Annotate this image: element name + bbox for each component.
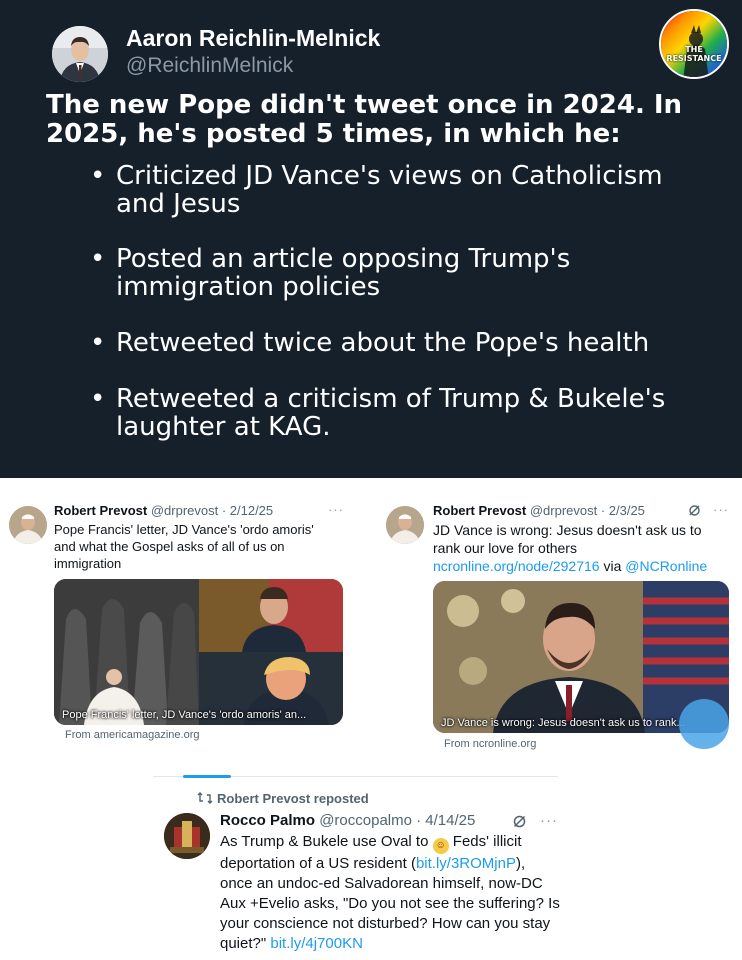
rocco-avatar[interactable]	[164, 813, 210, 859]
link-card-image[interactable]: Pope Francis' letter, JD Vance's 'ordo a…	[54, 579, 343, 725]
link-source[interactable]: From ncronline.org	[444, 738, 536, 750]
divider-accent	[183, 775, 231, 778]
link-card-caption: JD Vance is wrong: Jesus doesn't ask us …	[441, 717, 686, 729]
more-options-icon[interactable]: ···	[328, 502, 344, 517]
prevost-avatar[interactable]	[9, 506, 47, 544]
tweet-header: Robert Prevost @drprevost · 2/12/25	[54, 503, 273, 518]
tweet-text: JD Vance is wrong: Jesus doesn't ask us …	[433, 521, 723, 575]
repost-author-name[interactable]: Rocco Palmo	[220, 812, 315, 829]
author-name[interactable]: Aaron Reichlin-Melnick	[126, 25, 380, 52]
embedded-tweet-left[interactable]: Robert Prevost @drprevost · 2/12/25 ··· …	[0, 478, 371, 768]
author-avatar[interactable]	[52, 26, 108, 82]
tweet-text: Pope Francis' letter, JD Vance's 'ordo a…	[54, 522, 314, 571]
repost-indicator[interactable]: Robert Prevost reposted	[197, 791, 369, 806]
bullet-list: Criticized JD Vance's views on Catholici…	[90, 162, 710, 441]
resistance-badge-logo: THE RESISTANCE	[659, 9, 729, 79]
bullet-item: Retweeted twice about the Pope's health	[90, 329, 710, 357]
repost-icon	[197, 792, 213, 804]
badge-text: THE RESISTANCE	[666, 45, 722, 63]
floating-action-button[interactable]	[679, 699, 729, 749]
repost-link-1[interactable]: bit.ly/3ROMjnP	[416, 855, 516, 872]
main-tweet: Aaron Reichlin-Melnick @ReichlinMelnick …	[0, 0, 742, 478]
tweet-link[interactable]: ncronline.org/node/292716	[433, 558, 600, 574]
repost-text: As Trump & Bukele use Oval to ☺ Feds' il…	[220, 832, 560, 954]
link-card-caption: Pope Francis' letter, JD Vance's 'ordo a…	[62, 709, 307, 721]
link-source[interactable]: From americamagazine.org	[65, 729, 200, 741]
tweet-handle-date[interactable]: @drprevost · 2/12/25	[151, 503, 273, 518]
embedded-tweet-right[interactable]: Robert Prevost @drprevost · 2/3/25 ··· J…	[377, 478, 742, 768]
tweet-mention[interactable]: @NCRonline	[625, 558, 707, 574]
tweet-author-name[interactable]: Robert Prevost	[54, 503, 147, 518]
author-handle[interactable]: @ReichlinMelnick	[126, 54, 293, 78]
tweet-author-name[interactable]: Robert Prevost	[433, 503, 526, 518]
repost-header: Rocco Palmo @roccopalmo · 4/14/25	[220, 812, 475, 829]
repost-label: Robert Prevost reposted	[217, 791, 369, 806]
tweet-headline: The new Pope didn't tweet once in 2024. …	[46, 90, 683, 149]
repost-text-1: As Trump & Bukele use Oval to	[220, 833, 429, 850]
grok-icon[interactable]	[688, 504, 701, 517]
bullet-item: Posted an article opposing Trump's immig…	[90, 245, 710, 301]
grok-icon[interactable]	[512, 814, 527, 829]
repost-handle-date[interactable]: @roccopalmo · 4/14/25	[319, 812, 475, 829]
repost-link-2[interactable]: bit.ly/4j700KN	[270, 935, 363, 952]
prevost-avatar[interactable]	[386, 506, 424, 544]
more-options-icon[interactable]: ···	[540, 812, 558, 829]
tweet-header: Robert Prevost @drprevost · 2/3/25	[433, 503, 645, 518]
tweet-text-main: JD Vance is wrong: Jesus doesn't ask us …	[433, 522, 702, 556]
bullet-item: Retweeted a criticism of Trump & Bukele'…	[90, 385, 710, 441]
tweet-via: via	[603, 558, 622, 574]
laughing-emoji-icon: ☺	[432, 838, 449, 854]
bullet-item: Criticized JD Vance's views on Catholici…	[90, 162, 710, 218]
more-options-icon[interactable]: ···	[713, 502, 729, 517]
tweet-handle-date[interactable]: @drprevost · 2/3/25	[530, 503, 645, 518]
